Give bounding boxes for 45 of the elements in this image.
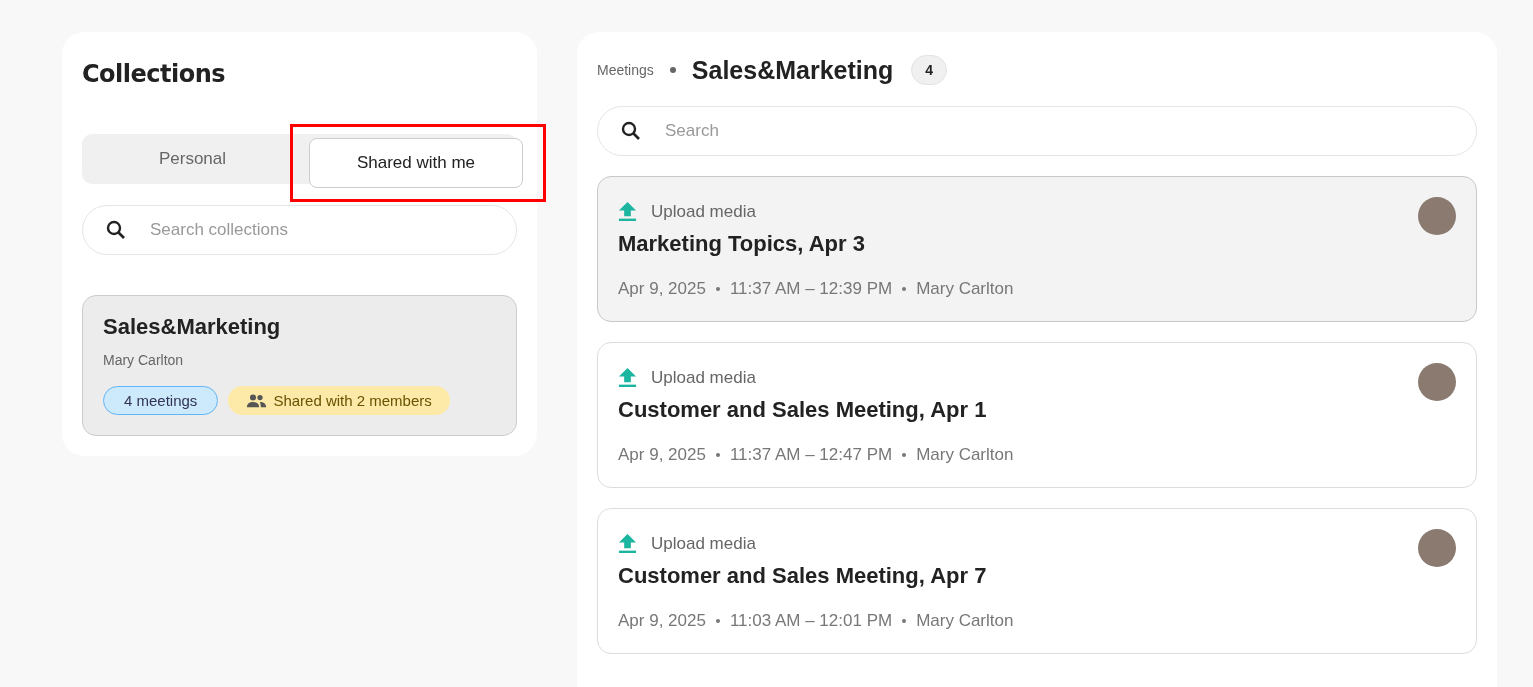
collection-title: Sales&Marketing bbox=[691, 55, 894, 85]
people-icon bbox=[246, 393, 268, 408]
meeting-time: 11:37 AM – 12:47 PM bbox=[729, 445, 893, 465]
bullet-icon bbox=[715, 619, 720, 623]
bullet-icon bbox=[715, 287, 720, 291]
meeting-time: 11:37 AM – 12:39 PM bbox=[729, 279, 893, 299]
tab[interactable]: Shared with me bbox=[309, 138, 523, 188]
collection-card[interactable]: Sales&Marketing Mary Carlton 4 meetings Shared with 2 members bbox=[82, 295, 517, 436]
status-text: Upload media bbox=[651, 367, 756, 388]
status-text: Upload media bbox=[651, 201, 756, 222]
shared-members-text: Shared with 2 members bbox=[273, 392, 432, 409]
search-field[interactable]: Search collections bbox=[82, 205, 517, 255]
meeting-time: 11:03 AM – 12:01 PM bbox=[729, 611, 893, 631]
meeting-card[interactable]: Upload media Customer and Sales Meeting, Apr 1 Apr 9, 2025 11:37 AM – 12:47 PM Mary Carlton bbox=[597, 342, 1477, 488]
count-badge: 4 bbox=[911, 55, 948, 85]
upload-icon bbox=[618, 533, 637, 554]
meeting-card[interactable]: Upload media Customer and Sales Meeting, Apr 7 Apr 9, 2025 11:03 AM – 12:01 PM Mary Carlton bbox=[597, 508, 1477, 654]
avatar bbox=[1418, 529, 1456, 567]
upload-icon bbox=[618, 367, 637, 388]
bullet-icon bbox=[902, 453, 907, 457]
bullet-icon bbox=[902, 287, 907, 291]
upload-icon bbox=[618, 201, 637, 222]
meeting-card[interactable]: Upload media Marketing Topics, Apr 3 Apr 9, 2025 11:37 AM – 12:39 PM Mary Carlton bbox=[597, 176, 1477, 322]
breadcrumb-link[interactable]: Meetings bbox=[597, 62, 654, 78]
separator-dot-icon bbox=[669, 67, 676, 73]
meeting-date: Apr 9, 2025 bbox=[618, 611, 706, 631]
collection-owner: Mary Carlton bbox=[103, 352, 185, 368]
tab[interactable]: Personal bbox=[87, 139, 298, 179]
meeting-owner: Mary Carlton bbox=[916, 279, 1014, 299]
avatar bbox=[1418, 197, 1456, 235]
meeting-title: Marketing Topics, Apr 3 bbox=[618, 231, 866, 257]
meeting-owner: Mary Carlton bbox=[916, 445, 1014, 465]
meeting-title: Customer and Sales Meeting, Apr 7 bbox=[618, 563, 988, 589]
meetings-count-badge: 4 meetings bbox=[103, 386, 219, 415]
meeting-date: Apr 9, 2025 bbox=[618, 279, 706, 299]
meeting-owner: Mary Carlton bbox=[916, 611, 1014, 631]
collection-name: Sales&Marketing bbox=[103, 314, 282, 340]
bullet-icon bbox=[902, 619, 907, 623]
meeting-date: Apr 9, 2025 bbox=[618, 445, 706, 465]
status-text: Upload media bbox=[651, 533, 756, 554]
meeting-title: Customer and Sales Meeting, Apr 1 bbox=[618, 397, 988, 423]
avatar bbox=[1418, 363, 1456, 401]
bullet-icon bbox=[715, 453, 720, 457]
search-field[interactable]: Search bbox=[597, 106, 1477, 156]
panel-title: Collections bbox=[82, 60, 227, 88]
